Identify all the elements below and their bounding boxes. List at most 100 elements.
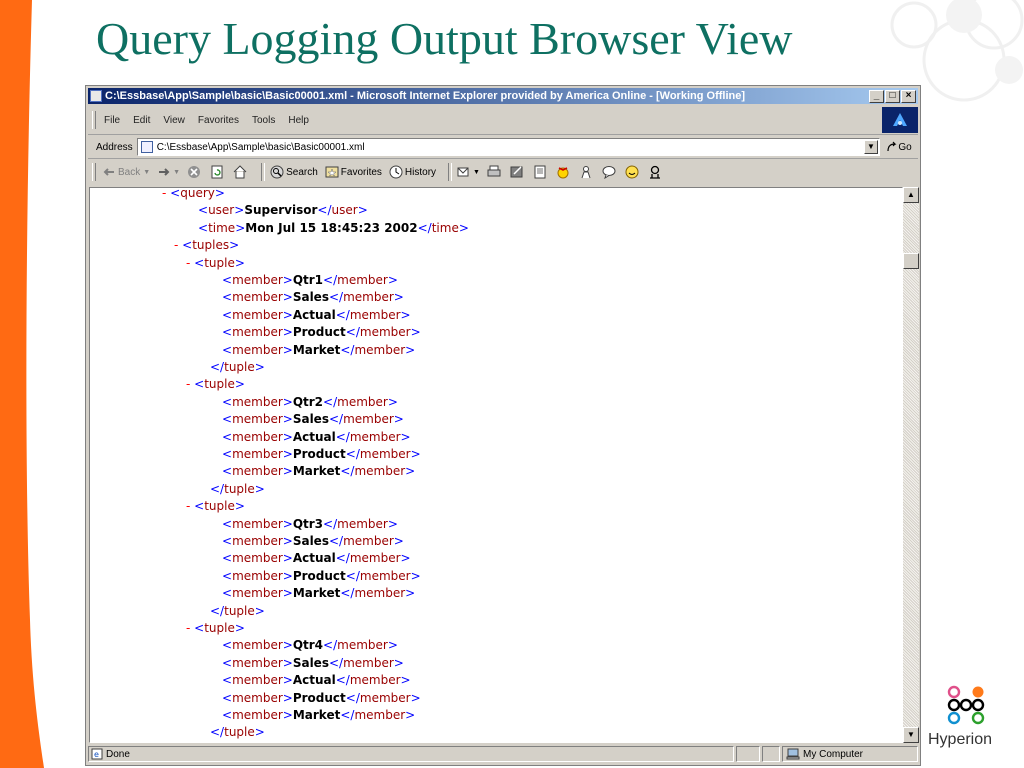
tag-bracket: > [400, 673, 411, 688]
tag-bracket: > [393, 290, 404, 305]
xml-line[interactable]: - <tuples> [174, 237, 239, 254]
xml-line[interactable]: - <tuple> [186, 620, 245, 637]
xml-line: <member>Market</member> [222, 342, 415, 359]
ie-page-icon [90, 90, 102, 102]
tag-bracket: > [387, 516, 398, 531]
forward-button[interactable]: ▼ [157, 165, 180, 179]
back-button[interactable]: Back ▼ [102, 165, 150, 179]
slide-title: Query Logging Output Browser View [96, 13, 793, 64]
xml-open-tag: member [232, 342, 283, 357]
xml-open-tag: member [232, 586, 283, 601]
mail-button[interactable]: ▼ [457, 165, 480, 179]
tag-bracket: > [214, 187, 225, 200]
buddy-button[interactable] [648, 165, 664, 179]
toolbar-grip[interactable] [92, 111, 96, 129]
xml-line[interactable]: - <tuple> [186, 376, 245, 393]
address-dropdown-button[interactable]: ▼ [864, 140, 878, 154]
menu-edit[interactable]: Edit [133, 115, 150, 126]
history-button[interactable]: History [389, 165, 436, 179]
xml-page-icon [140, 141, 153, 153]
xml-close-tag: member [349, 429, 401, 444]
xml-open-tag: member [232, 464, 283, 479]
tag-bracket: > [405, 342, 416, 357]
tag-bracket: < [222, 342, 233, 357]
aol-messenger-button[interactable] [556, 165, 572, 179]
toolbar-separator [261, 163, 266, 181]
menu-file[interactable]: File [104, 115, 120, 126]
tag-bracket: > [458, 220, 469, 235]
tag-bracket: > [393, 412, 404, 427]
xml-line: <member>Product</member> [222, 446, 421, 463]
search-icon [270, 165, 284, 179]
scroll-up-button[interactable]: ▲ [903, 187, 919, 203]
scroll-down-button[interactable]: ▼ [903, 727, 919, 743]
smiley-button[interactable] [625, 165, 641, 179]
refresh-button[interactable] [210, 165, 226, 179]
go-button[interactable]: Go [880, 141, 918, 153]
collapse-toggle[interactable]: - [186, 256, 194, 270]
xml-open-tag: tuple [204, 255, 235, 270]
vertical-scrollbar[interactable]: ▲ ▼ [903, 187, 919, 743]
address-input[interactable]: C:\Essbase\App\Sample\basic\Basic00001.x… [157, 142, 864, 153]
xml-open-tag: member [232, 412, 283, 427]
stop-button[interactable] [187, 165, 203, 179]
xml-close-tag: member [343, 290, 394, 305]
tag-bracket: > [282, 307, 293, 322]
tag-bracket: > [234, 203, 245, 218]
status-pane [762, 746, 780, 762]
xml-value: Market [292, 464, 341, 479]
minimize-button[interactable]: _ [869, 89, 884, 103]
xml-line[interactable]: - <tuple> [186, 498, 245, 515]
close-button[interactable]: × [901, 89, 916, 103]
tag-bracket: > [387, 394, 398, 409]
menu-favorites[interactable]: Favorites [198, 115, 239, 126]
xml-value: Qtr1 [292, 273, 324, 287]
tag-bracket: > [282, 394, 293, 409]
edit-button[interactable] [510, 165, 526, 179]
toolbar-grip[interactable] [92, 163, 96, 181]
messenger-icon [557, 167, 569, 179]
back-dropdown-icon[interactable]: ▼ [143, 169, 150, 176]
collapse-toggle[interactable]: - [162, 188, 170, 200]
people-button[interactable] [579, 165, 595, 179]
tag-bracket: < [194, 377, 205, 392]
print-icon [487, 165, 501, 177]
home-icon [233, 165, 247, 179]
collapse-toggle[interactable]: - [174, 238, 182, 252]
address-field[interactable]: C:\Essbase\App\Sample\basic\Basic00001.x… [136, 138, 880, 156]
tag-bracket: < [222, 516, 233, 531]
xml-line[interactable]: - <tuple> [186, 255, 245, 272]
collapse-toggle[interactable]: - [186, 621, 194, 635]
search-button[interactable]: Search [270, 165, 318, 179]
window-titlebar[interactable]: C:\Essbase\App\Sample\basic\Basic00001.x… [88, 88, 918, 104]
xml-close-tag: member [354, 708, 406, 722]
collapse-toggle[interactable]: - [186, 377, 194, 391]
xml-line[interactable]: - <query> [162, 187, 225, 202]
standard-toolbar: Back ▼ ▼ Search Favorites History ▼ [88, 160, 918, 184]
xml-document-view[interactable]: - <query> <user>Supervisor</user> <time>Mo… [89, 187, 903, 743]
collapse-toggle[interactable]: - [186, 499, 194, 513]
menu-tools[interactable]: Tools [252, 115, 275, 126]
discuss-button[interactable] [533, 165, 549, 179]
mail-dropdown-icon[interactable]: ▼ [473, 169, 480, 176]
favorites-button[interactable]: Favorites [325, 165, 382, 179]
xml-line: <member>Qtr2</member> [222, 394, 398, 411]
print-button[interactable] [487, 165, 503, 179]
maximize-button[interactable]: □ [885, 89, 900, 103]
home-button[interactable] [233, 165, 249, 179]
xml-close-tag: user [331, 203, 358, 218]
tag-bracket: > [387, 638, 398, 653]
chat-button[interactable] [602, 165, 618, 179]
xml-close-tag: member [354, 464, 406, 479]
scroll-thumb[interactable] [903, 253, 919, 269]
xml-line: <member>Market</member> [222, 707, 415, 724]
forward-dropdown-icon[interactable]: ▼ [173, 169, 180, 176]
tag-bracket: < [222, 551, 233, 566]
tag-bracket: < [222, 586, 233, 601]
menu-help[interactable]: Help [288, 115, 309, 126]
menu-view[interactable]: View [163, 115, 185, 126]
tag-bracket: < [222, 394, 233, 409]
tag-bracket: > [400, 429, 411, 444]
xml-value: Market [292, 708, 341, 722]
tag-bracket: > [393, 655, 404, 670]
